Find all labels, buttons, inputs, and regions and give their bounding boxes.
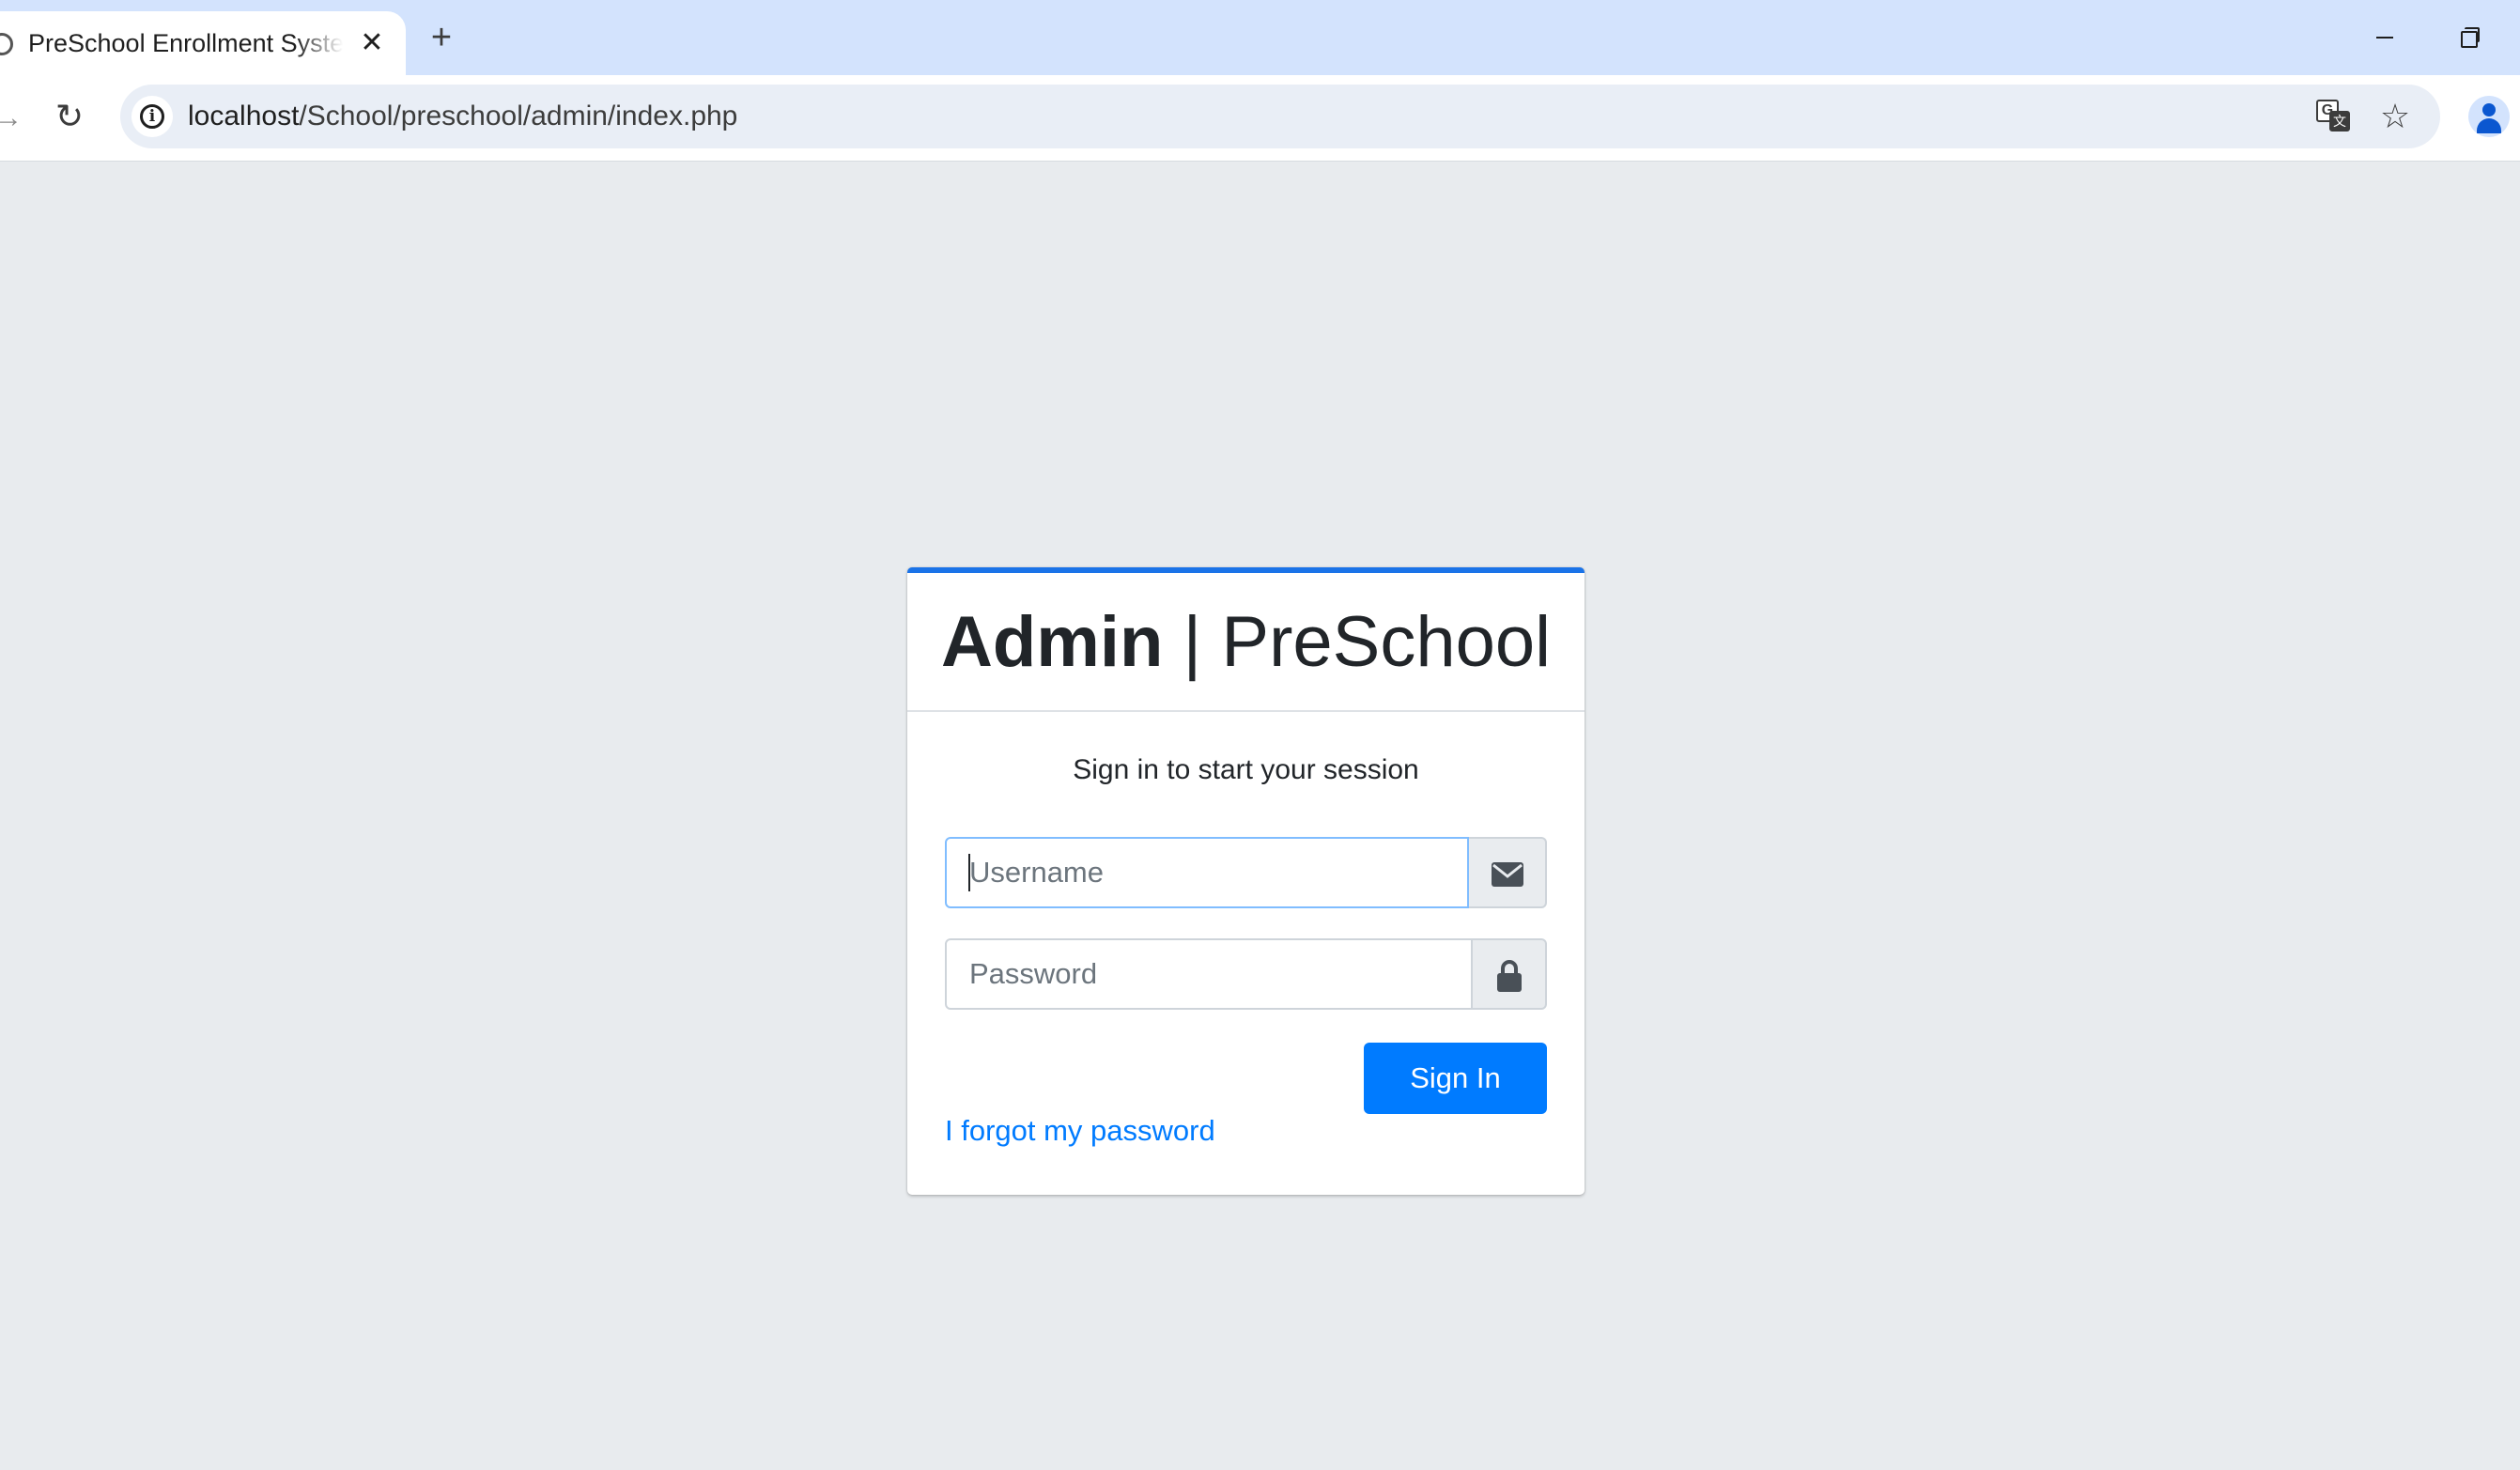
tab-title: PreSchool Enrollment System xyxy=(28,29,343,57)
site-favicon-icon xyxy=(0,33,13,55)
forward-arrow-icon[interactable]: → xyxy=(0,100,23,137)
browser-tab[interactable]: PreSchool Enrollment System ✕ xyxy=(0,11,406,75)
card-header: Admin | PreSchool xyxy=(907,573,1585,712)
login-box-message: Sign in to start your session xyxy=(1073,754,1419,785)
password-input-group xyxy=(945,938,1547,1010)
brand-separator: | xyxy=(1183,602,1202,682)
star-icon[interactable]: ☆ xyxy=(2374,96,2416,137)
profile-avatar-icon[interactable] xyxy=(2468,96,2510,137)
brand-title[interactable]: Admin | PreSchool xyxy=(907,597,1585,688)
address-bar[interactable]: i localhost/School/preschool/admin/index… xyxy=(120,85,2440,148)
plus-icon[interactable]: + xyxy=(421,17,462,58)
browser-tabstrip: PreSchool Enrollment System ✕ + xyxy=(0,0,2520,75)
username-addon xyxy=(1469,837,1547,908)
card-body: Sign in to start your session Username S… xyxy=(907,712,1585,1195)
reload-icon[interactable]: ↻ xyxy=(49,96,90,137)
password-addon xyxy=(1473,938,1547,1010)
close-icon[interactable]: ✕ xyxy=(355,26,389,60)
info-icon[interactable]: i xyxy=(131,96,173,137)
page-background: Admin | PreSchool Sign in to start your … xyxy=(0,162,2520,1470)
url-text[interactable]: localhost/School/preschool/admin/index.p… xyxy=(188,96,737,137)
browser-toolbar: → ↻ i localhost/School/preschool/admin/i… xyxy=(0,75,2520,162)
envelope-icon xyxy=(1492,862,1523,887)
brand-light-text: PreSchool xyxy=(1221,602,1552,682)
restore-icon[interactable] xyxy=(2440,13,2497,60)
translate-icon[interactable]: G文 xyxy=(2316,100,2352,133)
url-path: /School/preschool/admin/index.php xyxy=(299,101,738,132)
text-cursor xyxy=(968,854,970,891)
forgot-password-link[interactable]: I forgot my password xyxy=(945,1110,1215,1152)
brand-bold-text: Admin xyxy=(940,602,1164,682)
minimize-icon[interactable] xyxy=(2356,13,2412,60)
username-input-group xyxy=(945,837,1547,908)
sign-in-button[interactable]: Sign In xyxy=(1364,1043,1547,1114)
login-card: Admin | PreSchool Sign in to start your … xyxy=(907,567,1585,1195)
password-input[interactable] xyxy=(945,938,1473,1010)
url-host: localhost xyxy=(188,101,300,132)
lock-icon xyxy=(1497,960,1522,992)
username-input[interactable] xyxy=(945,837,1469,908)
